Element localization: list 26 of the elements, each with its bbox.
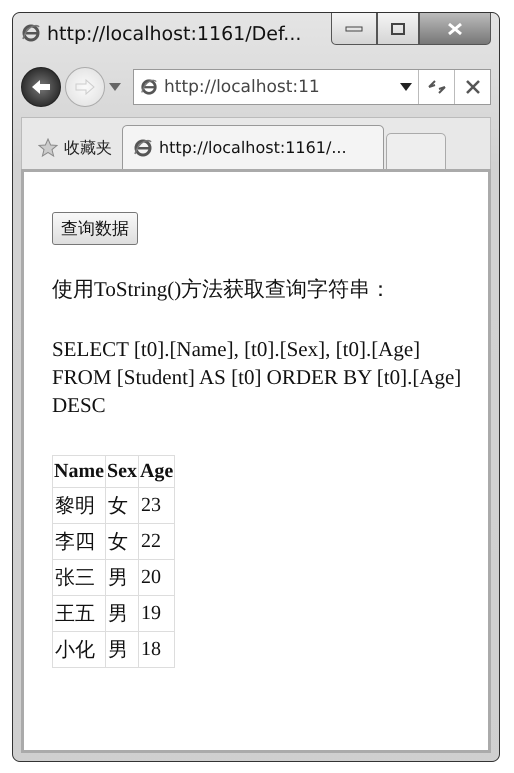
table-cell: 女: [105, 524, 138, 560]
column-header: Age: [138, 456, 175, 488]
browser-tab[interactable]: http://localhost:1161/...: [122, 125, 384, 169]
query-data-button[interactable]: 查询数据: [52, 212, 138, 245]
caption-text: 使用ToString()方法获取查询字符串：: [52, 276, 392, 303]
table-cell: 19: [138, 596, 175, 632]
table-cell: 小化: [52, 632, 106, 668]
url-text: http://localhost:11: [164, 77, 320, 97]
table-cell: 18: [138, 632, 175, 668]
table-cell: 男: [105, 596, 138, 632]
table-cell: 男: [105, 632, 138, 668]
table-cell: 李四: [52, 524, 106, 560]
table-cell: 张三: [52, 560, 106, 596]
column-header: Sex: [105, 456, 138, 488]
query-string-text: SELECT [t0].[Name], [t0].[Sex], [t0].[Age] FROM [Student] AS [t0] ORDER BY [t0].[Age] DESC: [52, 336, 462, 419]
column-header: Name: [52, 456, 106, 488]
favorites-button[interactable]: 收藏夹: [28, 127, 122, 169]
table-cell: 男: [105, 560, 138, 596]
table-cell: 22: [138, 524, 175, 560]
table-cell: 王五: [52, 596, 106, 632]
table-cell: 黎明: [52, 488, 106, 524]
window-title: http://localhost:1161/Def...: [47, 23, 302, 45]
address-field[interactable]: http://localhost:11: [133, 69, 491, 105]
table-cell: 女: [105, 488, 138, 524]
table-cell: 20: [138, 560, 175, 596]
table-cell: 23: [138, 488, 175, 524]
